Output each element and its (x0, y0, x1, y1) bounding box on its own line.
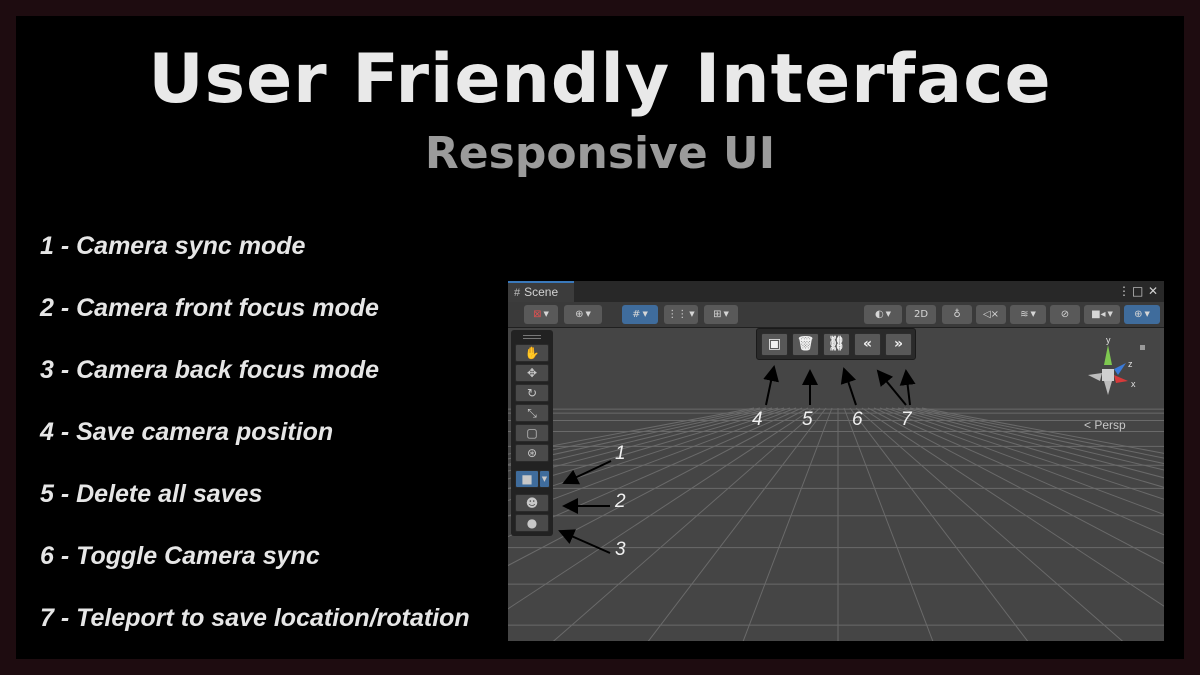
arrow-7a (876, 369, 907, 406)
callout-number-2: 2 (615, 491, 626, 512)
arrow-6 (840, 367, 857, 406)
feature-legend: 1 - Camera sync mode 2 - Camera front fo… (40, 232, 470, 666)
legend-item-3: 3 - Camera back focus mode (40, 356, 380, 384)
callout-number-4: 4 (752, 409, 763, 430)
callout-number-1: 1 (615, 443, 626, 464)
legend-item-4: 4 - Save camera position (40, 418, 334, 446)
arrow-3 (558, 529, 611, 554)
callout-number-6: 6 (852, 409, 863, 430)
callout-number-5: 5 (802, 409, 813, 430)
legend-item-1: 1 - Camera sync mode (40, 232, 306, 260)
page-subtitle: Responsive UI (424, 128, 776, 179)
legend-item-2: 2 - Camera front focus mode (40, 294, 379, 322)
page-title: User Friendly Interface (148, 40, 1052, 119)
callout-number-7: 7 (901, 409, 912, 430)
callout-number-3: 3 (615, 539, 626, 560)
legend-item-7: 7 - Teleport to save location/rotation (40, 604, 470, 632)
legend-item-6: 6 - Toggle Camera sync (40, 542, 320, 570)
scene-window: # Scene ⋮ □ ✕ ⊠ ▼ ⊕ ▼ # ▼ ⋮⋮ ▼ ⊞ ▼ ◐ ▼ 2D ♁ ◁× … (508, 281, 1164, 641)
callout-arrows (558, 365, 916, 554)
legend-item-5: 5 - Delete all saves (40, 480, 263, 508)
arrow-4 (763, 365, 779, 406)
arrow-7b (899, 369, 916, 406)
arrow-1 (562, 460, 612, 485)
